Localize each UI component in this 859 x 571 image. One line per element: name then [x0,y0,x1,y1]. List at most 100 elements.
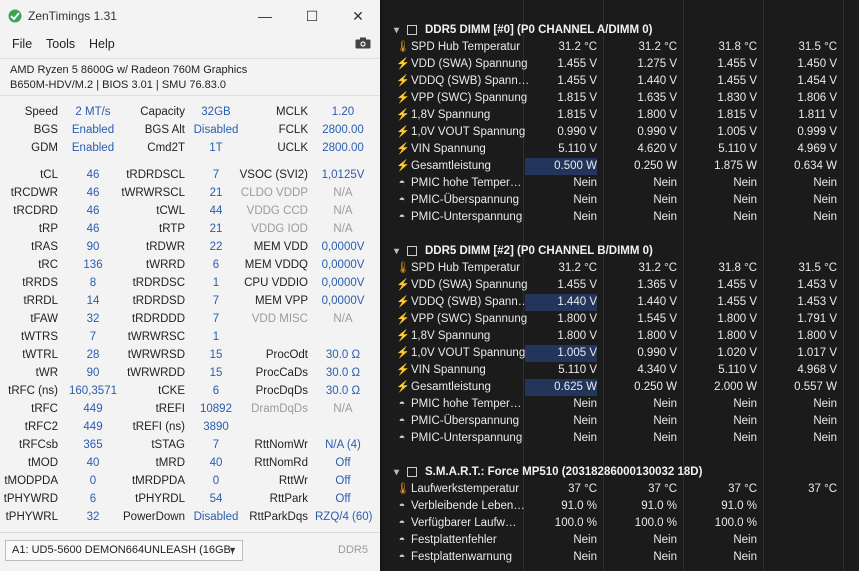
sensor-row[interactable]: ⚡ Gesamtleistung 0.625 W 0.250 W 2.000 W 0.55… [394,379,859,396]
sensor-value: 1.454 V [797,75,837,87]
timing-value: 3890 [203,421,229,433]
sensor-value: 1.800 V [797,330,837,342]
timing-label: RttNomWr [254,439,308,451]
timing-label: tRDRDSC [132,277,185,289]
sensor-value: 31.8 °C [718,41,757,53]
sensor-row[interactable]: 🌡 Laufwerkstemperatur 37 °C 37 °C 37 °C 37 °C [394,481,859,498]
sensor-row[interactable]: ⚡ 1,0V VOUT Spannung 1.005 V 0.990 V 1.020 V… [394,345,859,362]
chevron-down-icon[interactable]: ▾ [394,464,404,481]
sensor-row[interactable]: ◓ PMIC hohe Temper… Nein Nein Nein Nein [394,175,859,192]
sensor-row[interactable]: 🌡 SPD Hub Temperatur 31.2 °C 31.2 °C 31.8 °C… [394,260,859,277]
sensor-row[interactable]: ◓ Verfügbarer Laufw… 100.0 % 100.0 % 100.0 % [394,515,859,532]
sensor-row[interactable]: ⚡ Gesamtleistung 0.500 W 0.250 W 1.875 W 0.63… [394,158,859,175]
camera-icon[interactable] [355,37,371,49]
sensor-value: 2.000 W [714,381,757,393]
menu-help[interactable]: Help [89,37,115,51]
chevron-down-icon[interactable]: ▾ [394,243,404,260]
sensor-group-header[interactable]: ▾ DDR5 DIMM [#0] (P0 CHANNEL A/DIMM 0) [394,22,859,39]
sensor-value: 1.455 V [557,58,597,70]
app-logo-icon [8,9,22,23]
sensor-row[interactable]: ⚡ VPP (SWC) Spannung 1.800 V 1.545 V 1.800 V… [394,311,859,328]
sensor-value: 1.806 V [797,92,837,104]
sensor-row[interactable]: ⚡ VIN Spannung 5.110 V 4.620 V 5.110 V 4.969 … [394,141,859,158]
sensor-value: Nein [573,551,597,563]
sensor-label: Festplattenfehler [411,534,497,546]
sensor-row[interactable]: ◓ Festplattenwarnung Nein Nein Nein [394,549,859,566]
sensor-row[interactable]: ◓ PMIC hohe Temper… Nein Nein Nein Nein [394,396,859,413]
sensor-label: VPP (SWC) Spannung [411,313,528,325]
sensor-value: 0.250 W [634,381,677,393]
sensor-value: 1.453 V [797,296,837,308]
sensor-group-header[interactable]: ▾ S.M.A.R.T.: Force MP510 (20318286000130… [394,464,859,481]
sensor-row[interactable]: ⚡ VPP (SWC) Spannung 1.815 V 1.635 V 1.830 V… [394,90,859,107]
menu-bar: File Tools Help [0,34,380,54]
close-button[interactable]: ✕ [335,5,381,27]
sensor-value: 91.0 % [721,500,757,512]
sensor-label: Laufwerkstemperatur [411,483,520,495]
sensor-row[interactable]: ⚡ VDD (SWA) Spannung 1.455 V 1.365 V 1.455 V… [394,277,859,294]
timing-label: tRTP [159,223,185,235]
sensor-row[interactable]: 🌡 SPD Hub Temperatur 31.2 °C 31.2 °C 31.8 °C… [394,39,859,56]
zentimings-window: ZenTimings 1.31 — ☐ ✕ File Tools Help AM… [0,0,380,571]
chevron-down-icon: ▼ [228,545,237,555]
sensor-row[interactable]: ⚡ VDD (SWA) Spannung 1.455 V 1.275 V 1.455 V… [394,56,859,73]
sensor-value: 1.815 V [557,109,597,121]
sensor-value: 1.635 V [637,92,677,104]
maximize-button[interactable]: ☐ [289,5,335,27]
board-info: B650M-HDV/M.2 | BIOS 3.01 | SMU 76.83.0 [10,79,227,91]
minimize-button[interactable]: — [242,5,288,27]
sensor-value: 31.2 °C [638,41,677,53]
chip-icon [407,25,417,35]
bolt-icon: ⚡ [396,296,410,308]
sensor-value: 31.8 °C [718,262,757,274]
sensor-value: 1.450 V [797,58,837,70]
thermometer-icon: 🌡 [396,483,410,495]
menu-file[interactable]: File [12,37,32,51]
sensor-row[interactable]: ⚡ 1,0V VOUT Spannung 0.990 V 0.990 V 1.005 V… [394,124,859,141]
sensor-row[interactable]: ⚡ VDDQ (SWB) Spann… 1.455 V 1.440 V 1.455 V 1… [394,73,859,90]
sensor-row[interactable]: ⚡ 1,8V Spannung 1.800 V 1.800 V 1.800 V 1.800… [394,328,859,345]
sensor-group-header[interactable]: ▾ DDR5 DIMM [#2] (P0 CHANNEL B/DIMM 0) [394,243,859,260]
timing-label: tRC [38,259,58,271]
sensor-row[interactable]: ⚡ VDDQ (SWB) Spann… 1.440 V 1.440 V 1.455 V1… [394,294,859,311]
title-bar[interactable]: ZenTimings 1.31 — ☐ ✕ [0,0,380,32]
sensor-value: 1.275 V [637,58,677,70]
sensor-value: 100.0 % [634,517,677,529]
cpu-name: AMD Ryzen 5 8600G w/ Radeon 760M Graphic… [10,64,248,76]
sensor-row[interactable]: ◓ PMIC-Überspannung Nein Nein Nein Nein [394,192,859,209]
sensor-row[interactable]: ◓ PMIC-Unterspannung Nein Nein Nein Nein [394,430,859,447]
sensor-value: Nein [573,211,597,223]
sensor-value: Nein [653,551,677,563]
sensor-row[interactable]: ◓ PMIC-Überspannung Nein Nein Nein Nein [394,413,859,430]
sensor-row[interactable]: ⚡ 1,8V Spannung 1.815 V 1.800 V 1.815 V 1.811… [394,107,859,124]
sensor-label: 1,0V VOUT Spannung [411,126,526,138]
sensor-value: Nein [813,432,837,444]
timing-label: tRDWR [146,241,185,253]
sensor-value: 1.815 V [717,109,757,121]
timing-label: tWRWRSD [127,349,185,361]
module-select[interactable]: A1: UD5-5600 DEMON664UNLEASH (16GB, ▼ [5,540,243,561]
sensor-row[interactable]: ◓ Festplattenfehler Nein Nein Nein [394,532,859,549]
sensor-value: Nein [733,398,757,410]
timing-label: tRFC [31,403,58,415]
sensor-value: 0.999 V [797,126,837,138]
sensor-value: 31.5 °C [798,262,837,274]
sensor-row[interactable]: ⚡ VIN Spannung 5.110 V 4.340 V 5.110 V 4.968 … [394,362,859,379]
timing-value: 0,0000V [321,259,365,271]
sensor-value: Nein [813,415,837,427]
sensor-value: 1.815 V [557,92,597,104]
sensor-value: Nein [653,398,677,410]
sensor-value: 31.2 °C [558,262,597,274]
timing-value: 1,0125V [321,169,365,181]
sensor-row[interactable]: ◓ PMIC-Unterspannung Nein Nein Nein Nein [394,209,859,226]
sensor-value: Nein [573,415,597,427]
sensor-label: SPD Hub Temperatur [411,262,521,274]
sensor-value: 1.791 V [797,313,837,325]
chevron-down-icon[interactable]: ▾ [394,22,404,39]
thermometer-icon: 🌡 [396,41,410,53]
timing-label: tRCDWR [10,187,58,199]
sensor-value: Nein [653,177,677,189]
timing-value: 30.0 Ω [325,349,361,361]
sensor-row[interactable]: ◓ Verbleibende Leben… 91.0 % 91.0 % 91.0 % [394,498,859,515]
menu-tools[interactable]: Tools [46,37,75,51]
